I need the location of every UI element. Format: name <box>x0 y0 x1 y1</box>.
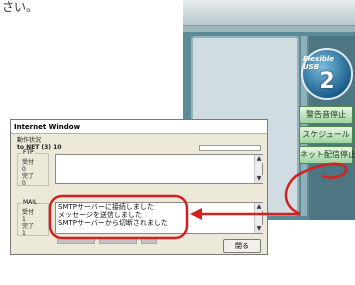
scroll-up-icon[interactable]: ▲ <box>255 203 263 211</box>
ftp-done-value: 0 <box>22 180 26 187</box>
app-tabbar <box>183 26 355 32</box>
mail-group: MAIL 受付 1 完了 1 <box>17 199 49 237</box>
mail-log-textarea[interactable]: SMTPサーバーに接続しました メッセージを送信しました SMTPサーバーから切… <box>55 202 263 234</box>
flexible-usb-logo: Flexible USB 2 <box>301 48 353 100</box>
window-title[interactable]: Internet Window <box>11 120 267 134</box>
scroll-down-icon[interactable]: ▼ <box>255 225 263 233</box>
status-progress-bar <box>199 145 261 151</box>
logo-number: 2 <box>319 69 335 94</box>
mail-log-line: メッセージを送信しました <box>58 211 142 219</box>
alarm-stop-button[interactable]: 警告音停止 <box>299 106 353 124</box>
close-button[interactable]: 閉る <box>223 239 261 253</box>
disabled-button <box>99 238 137 244</box>
disabled-button <box>57 238 95 244</box>
ftp-legend: FTP <box>23 149 34 156</box>
ftp-log-scrollbar[interactable]: ▲ ▼ <box>254 155 263 183</box>
mail-done-value: 1 <box>22 230 26 237</box>
mail-log-scrollbar[interactable]: ▲ ▼ <box>254 203 263 233</box>
page-caption: さい。 <box>2 0 39 14</box>
scroll-down-icon[interactable]: ▼ <box>255 175 263 183</box>
mail-legend: MAIL <box>23 199 38 206</box>
ftp-log-textarea[interactable]: ▲ ▼ <box>55 154 263 184</box>
schedule-button[interactable]: スケジュール <box>299 126 353 144</box>
disabled-button <box>141 238 157 244</box>
mail-log-line: SMTPサーバーから切断されました <box>58 219 168 227</box>
internet-window: Internet Window 動作状況 to NET (3) 10 FTP 受… <box>10 119 268 255</box>
net-send-stop-button[interactable]: ネット配信停止 <box>299 146 355 164</box>
scroll-up-icon[interactable]: ▲ <box>255 155 263 163</box>
status-heading: 動作状況 <box>17 137 42 144</box>
mail-log-line: SMTPサーバーに接続しました <box>58 203 154 211</box>
app-titlebar <box>183 0 355 26</box>
ftp-group: FTP 受付 0 完了 0 <box>17 149 49 187</box>
